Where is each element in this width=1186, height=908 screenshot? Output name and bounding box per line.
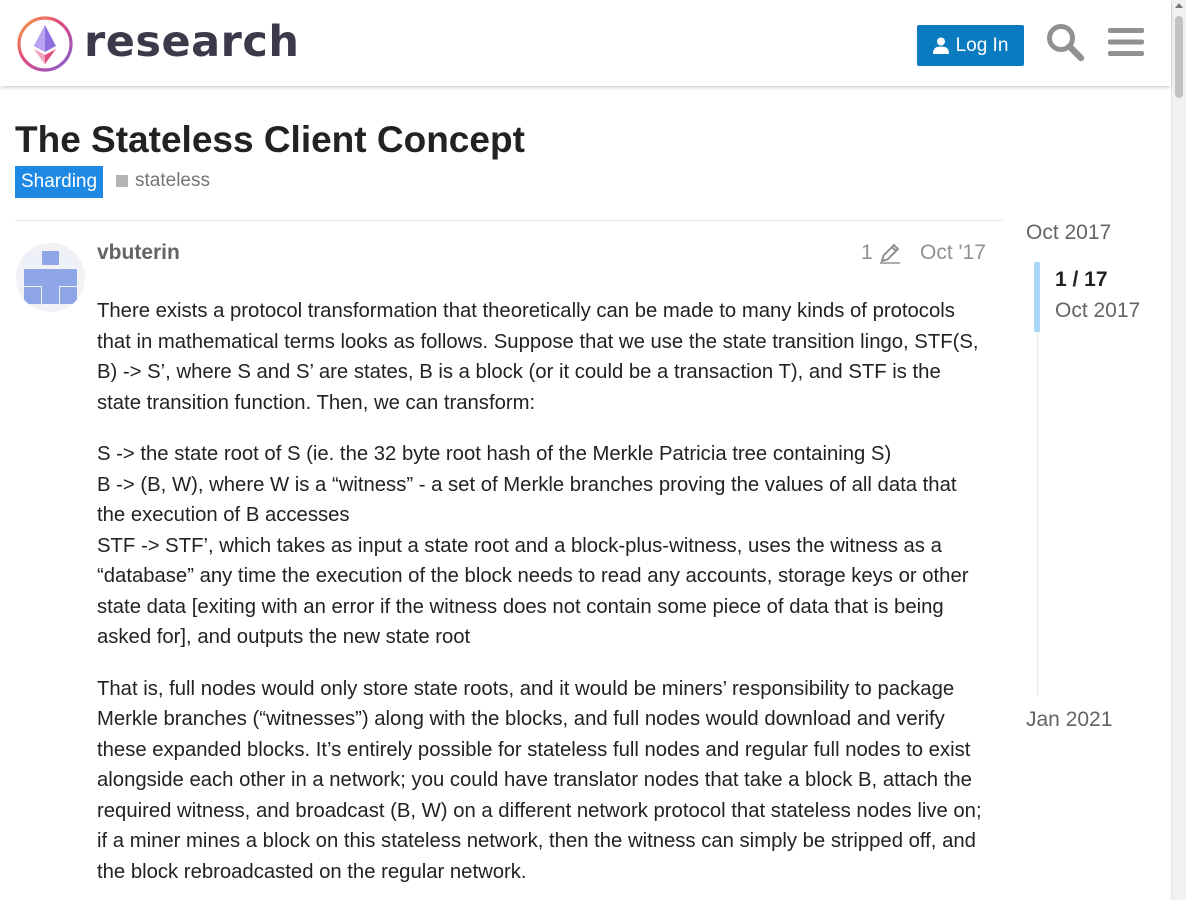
- hamburger-menu-button[interactable]: [1104, 20, 1148, 64]
- login-button[interactable]: Log In: [917, 25, 1024, 66]
- post-paragraph: STF -> STF’, which takes as input a stat…: [97, 534, 969, 649]
- search-button[interactable]: [1043, 20, 1087, 64]
- timeline-handle[interactable]: [1034, 262, 1040, 332]
- tag-label: stateless: [135, 170, 210, 191]
- tag-square-icon: [116, 175, 128, 187]
- post-body: There exists a protocol transformation t…: [97, 296, 989, 908]
- timeline-end-date[interactable]: Jan 2021: [1026, 708, 1112, 732]
- user-icon: [932, 37, 949, 54]
- post-paragraph: B -> (B, W), where W is a “witness” - a …: [97, 473, 957, 527]
- site-header: research Log In: [0, 0, 1171, 86]
- search-icon: [1047, 24, 1085, 62]
- ethereum-logo-icon: [17, 16, 73, 72]
- post-date[interactable]: Oct '17: [920, 241, 986, 265]
- page-scrollbar[interactable]: [1171, 0, 1186, 900]
- avatar-identicon-icon: [16, 243, 85, 312]
- category-badge[interactable]: Sharding: [15, 166, 104, 198]
- edit-count: 1: [861, 241, 873, 264]
- pencil-icon: [879, 243, 900, 264]
- timeline-position: 1 / 17: [1055, 268, 1108, 291]
- timeline-position-date: Oct 2017: [1055, 299, 1141, 322]
- topic-title[interactable]: The Stateless Client Concept: [15, 118, 525, 162]
- post-paragraph: S -> the state root of S (ie. the 32 byt…: [97, 443, 892, 465]
- timeline-start-date[interactable]: Oct 2017: [1026, 221, 1111, 245]
- tag-stateless[interactable]: stateless: [116, 170, 210, 192]
- login-button-label: Log In: [955, 34, 1009, 56]
- logo-text: research: [84, 16, 300, 67]
- avatar[interactable]: [16, 243, 85, 312]
- topic-divider: [15, 220, 1003, 221]
- post-paragraph: That is, full nodes would only store sta…: [97, 677, 982, 883]
- scrollbar-thumb[interactable]: [1175, 16, 1183, 98]
- post-username[interactable]: vbuterin: [97, 241, 180, 265]
- hamburger-menu-icon: [1108, 28, 1144, 56]
- site-logo[interactable]: research: [16, 14, 299, 74]
- post-paragraph: There exists a protocol transformation t…: [97, 300, 979, 414]
- scroll-up-arrow-icon[interactable]: [1175, 3, 1183, 8]
- edit-history-button[interactable]: 1: [861, 241, 901, 265]
